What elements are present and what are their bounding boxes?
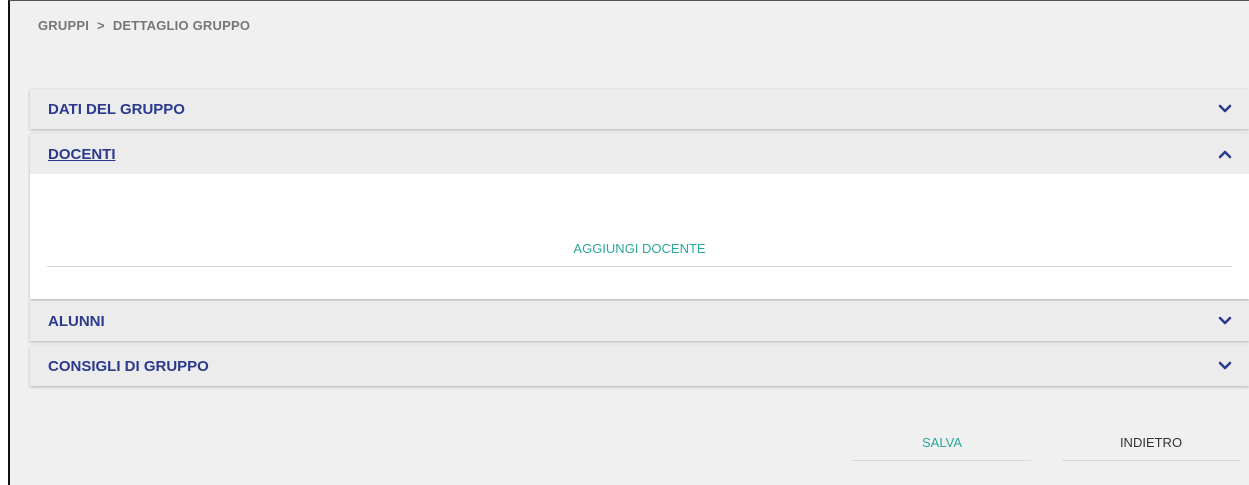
panel-consigli-di-gruppo: CONSIGLI DI GRUPPO [30,346,1249,386]
panel-header-dati-del-gruppo[interactable]: DATI DEL GRUPPO [30,89,1249,129]
chevron-down-icon[interactable] [1218,314,1232,328]
panel-title: DATI DEL GRUPPO [48,100,185,118]
panel-dati-del-gruppo: DATI DEL GRUPPO [30,89,1249,129]
chevron-up-icon[interactable] [1218,147,1232,161]
page-frame: GRUPPI > DETTAGLIO GRUPPO DATI DEL GRUPPO … [8,0,1249,485]
panel-header-alunni[interactable]: ALUNNI [30,301,1249,341]
save-button[interactable]: SALVA [853,425,1031,461]
breadcrumb-item-gruppi[interactable]: GRUPPI [38,18,89,33]
panel-header-docenti[interactable]: DOCENTI [30,134,1249,174]
panel-docenti: DOCENTI AGGIUNGI DOCENTE [30,134,1249,299]
chevron-down-icon[interactable] [1218,102,1232,116]
divider [47,266,1232,267]
chevron-down-icon[interactable] [1218,359,1232,373]
panel-alunni: ALUNNI [30,301,1249,341]
breadcrumb-separator: > [97,18,105,33]
back-button[interactable]: INDIETRO [1062,425,1240,461]
breadcrumb: GRUPPI > DETTAGLIO GRUPPO [38,18,250,33]
panel-title: ALUNNI [48,312,105,330]
breadcrumb-item-dettaglio-gruppo: DETTAGLIO GRUPPO [112,18,251,33]
panel-body-docenti: AGGIUNGI DOCENTE [30,174,1249,299]
panel-title: CONSIGLI DI GRUPPO [48,357,209,375]
panel-title: DOCENTI [48,145,116,163]
add-docente-button[interactable]: AGGIUNGI DOCENTE [30,241,1249,256]
panel-header-consigli-di-gruppo[interactable]: CONSIGLI DI GRUPPO [30,346,1249,386]
